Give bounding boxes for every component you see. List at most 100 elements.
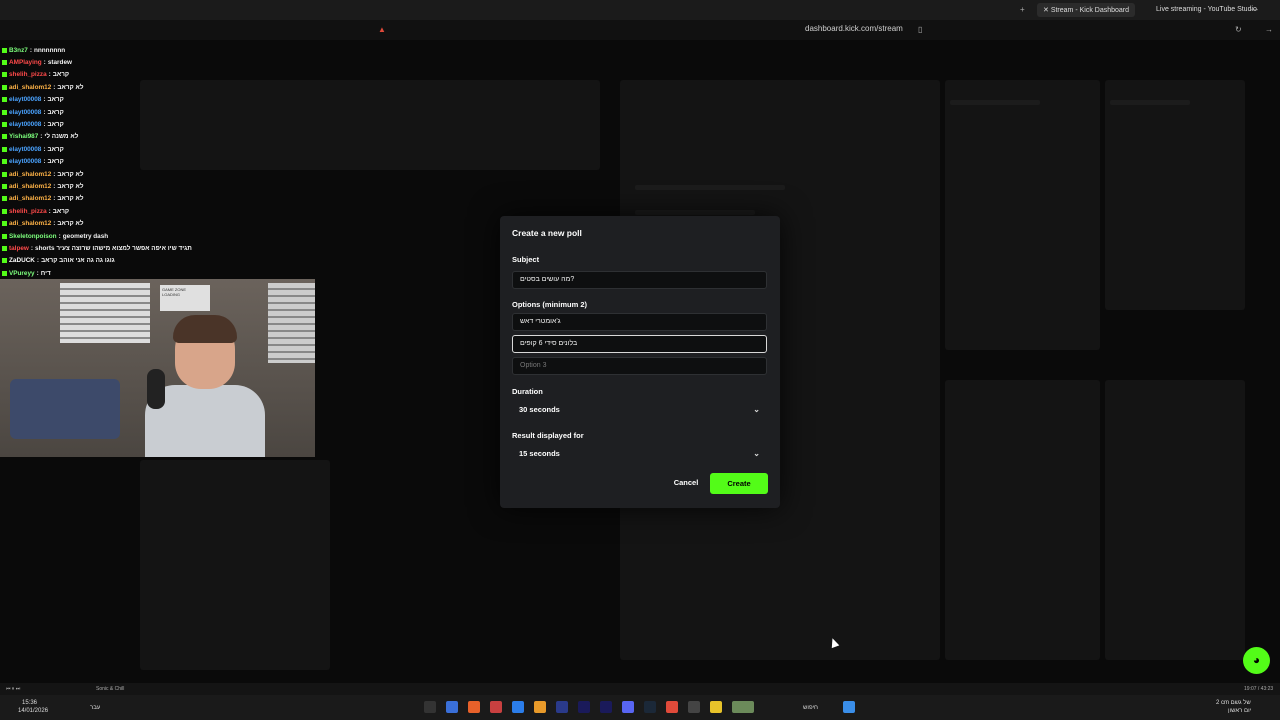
- chat-username[interactable]: Skeletonpoison: [9, 233, 57, 240]
- bookmark-icon[interactable]: ▯: [918, 25, 922, 34]
- chat-separator: :: [43, 158, 46, 166]
- chat-username[interactable]: adi_shalom12: [9, 171, 51, 178]
- dialog-title: Create a new poll: [512, 228, 582, 238]
- brave-icon[interactable]: ▲: [378, 25, 386, 34]
- streamer: [145, 315, 265, 457]
- app-icon[interactable]: [534, 701, 546, 713]
- app-icon[interactable]: [490, 701, 502, 713]
- clock-date[interactable]: 14/01/2026: [18, 708, 48, 714]
- chat-username[interactable]: shelih_pizza: [9, 71, 47, 78]
- chat-separator: :: [43, 108, 46, 116]
- app-icon[interactable]: [556, 701, 568, 713]
- subscriber-badge-icon: [2, 84, 7, 90]
- store-icon[interactable]: [688, 701, 700, 713]
- track-title: Sonic & Chill: [96, 686, 125, 692]
- minimize-icon[interactable]: —: [1250, 5, 1258, 14]
- app-icon[interactable]: [468, 701, 480, 713]
- chat-username[interactable]: B3nz7: [9, 47, 28, 54]
- chat-separator: :: [43, 121, 46, 129]
- chat-message: VPureyy: דיח: [0, 267, 300, 279]
- subscriber-badge-icon: [2, 159, 7, 165]
- option-2-input[interactable]: בלונים סידי 6 קופים: [512, 335, 767, 353]
- chat-text: geometry dash: [62, 232, 109, 240]
- playback-controls-icon[interactable]: ⏮ ⏸ ⏭: [6, 686, 20, 692]
- option-1-input[interactable]: ג'אומטרי דאש: [512, 313, 767, 331]
- chat-separator: :: [48, 207, 51, 215]
- tab-youtube-studio[interactable]: Live streaming - YouTube Studio: [1150, 3, 1263, 17]
- after-effects-icon[interactable]: [578, 701, 590, 713]
- subscriber-badge-icon: [2, 208, 7, 214]
- browser-tab-strip: ✕ Stream - Kick Dashboard Live streaming…: [0, 0, 1280, 20]
- chat-username[interactable]: adi_shalom12: [9, 220, 51, 227]
- chat-separator: :: [58, 232, 61, 240]
- chat-username[interactable]: VPureyy: [9, 270, 35, 277]
- chat-username[interactable]: elayt00008: [9, 109, 41, 116]
- weather-text[interactable]: 2 cm של גשם: [1216, 700, 1251, 706]
- tab-kick-dashboard[interactable]: ✕ Stream - Kick Dashboard: [1037, 3, 1136, 17]
- chat-text: דיח: [40, 269, 51, 277]
- chat-message: shelih_pizza: קראב: [0, 205, 300, 217]
- placeholder-line: [635, 210, 755, 215]
- tab-label: Stream - Kick Dashboard: [1050, 7, 1130, 14]
- channel-actions-panel: [1105, 80, 1245, 310]
- url-text[interactable]: dashboard.kick.com/stream: [805, 24, 903, 33]
- chat-separator: :: [53, 182, 56, 190]
- viewers-panel: [140, 460, 330, 670]
- result-duration-select[interactable]: 15 seconds ⌄: [512, 444, 767, 464]
- chat-username[interactable]: adi_shalom12: [9, 84, 51, 91]
- options-label: Options (minimum 2): [512, 300, 587, 309]
- chat-text: קראב: [47, 96, 64, 104]
- chat-text: לא משנה לי: [44, 133, 79, 141]
- chat-text: גוגו גה גה אני אוהב קראב: [41, 257, 115, 265]
- chat-username[interactable]: elayt00008: [9, 146, 41, 153]
- chat-message: elayt00008: קראב: [0, 118, 300, 130]
- folder-icon[interactable]: [710, 701, 722, 713]
- chat-username[interactable]: talpew: [9, 245, 29, 252]
- windows-start-icon[interactable]: [843, 701, 855, 713]
- cancel-button[interactable]: Cancel: [668, 475, 704, 491]
- premiere-icon[interactable]: [600, 701, 612, 713]
- placeholder-line: [1110, 100, 1190, 105]
- support-chat-icon[interactable]: ◕: [1243, 647, 1270, 674]
- subscriber-badge-icon: [2, 183, 7, 189]
- address-bar: ↻ → ▲ ▯ dashboard.kick.com/stream: [0, 20, 1280, 40]
- chat-username[interactable]: AMPlaying: [9, 59, 42, 66]
- clock-time[interactable]: 15:36: [22, 700, 37, 706]
- chat-username[interactable]: ZaDUCK: [9, 257, 35, 264]
- language-indicator[interactable]: עבר: [90, 705, 100, 711]
- discord-icon[interactable]: [622, 701, 634, 713]
- duration-label: Duration: [512, 387, 543, 396]
- option-3-input[interactable]: Option 3: [512, 357, 767, 375]
- taskbar-search[interactable]: חיפוש: [803, 705, 818, 711]
- chat-username[interactable]: shelih_pizza: [9, 208, 47, 215]
- create-button[interactable]: Create: [710, 473, 768, 494]
- chat-username[interactable]: Yishai987: [9, 133, 38, 140]
- chat-username[interactable]: adi_shalom12: [9, 183, 51, 190]
- duration-select[interactable]: 30 seconds ⌄: [512, 400, 767, 420]
- chat-separator: :: [48, 71, 51, 79]
- app-icon[interactable]: [446, 701, 458, 713]
- close-icon[interactable]: ✕: [1043, 7, 1051, 14]
- back-icon[interactable]: →: [1265, 25, 1273, 34]
- chat-message: elayt00008: קראב: [0, 106, 300, 118]
- brave-icon[interactable]: [666, 701, 678, 713]
- microphone: [147, 369, 165, 409]
- chat-username[interactable]: adi_shalom12: [9, 195, 51, 202]
- chat-text: קראב: [52, 71, 70, 79]
- reload-icon[interactable]: ↻: [1235, 25, 1242, 34]
- chat-username[interactable]: elayt00008: [9, 121, 41, 128]
- steam-icon[interactable]: [644, 701, 656, 713]
- chat-username[interactable]: elayt00008: [9, 96, 41, 103]
- app-icon[interactable]: [512, 701, 524, 713]
- bed: [10, 379, 120, 439]
- track-time: 19:07 / 43:23: [1244, 686, 1274, 692]
- subscriber-badge-icon: [2, 146, 7, 152]
- chat-separator: :: [36, 257, 40, 265]
- chat-text: קראב: [52, 207, 70, 215]
- app-icon[interactable]: [424, 701, 436, 713]
- subject-input[interactable]: מה עושים בסטים?: [512, 271, 767, 289]
- chat-username[interactable]: elayt00008: [9, 158, 41, 165]
- widget-icon[interactable]: [732, 701, 754, 713]
- chevron-down-icon: ⌄: [753, 405, 760, 414]
- new-tab-icon[interactable]: +: [1020, 5, 1025, 14]
